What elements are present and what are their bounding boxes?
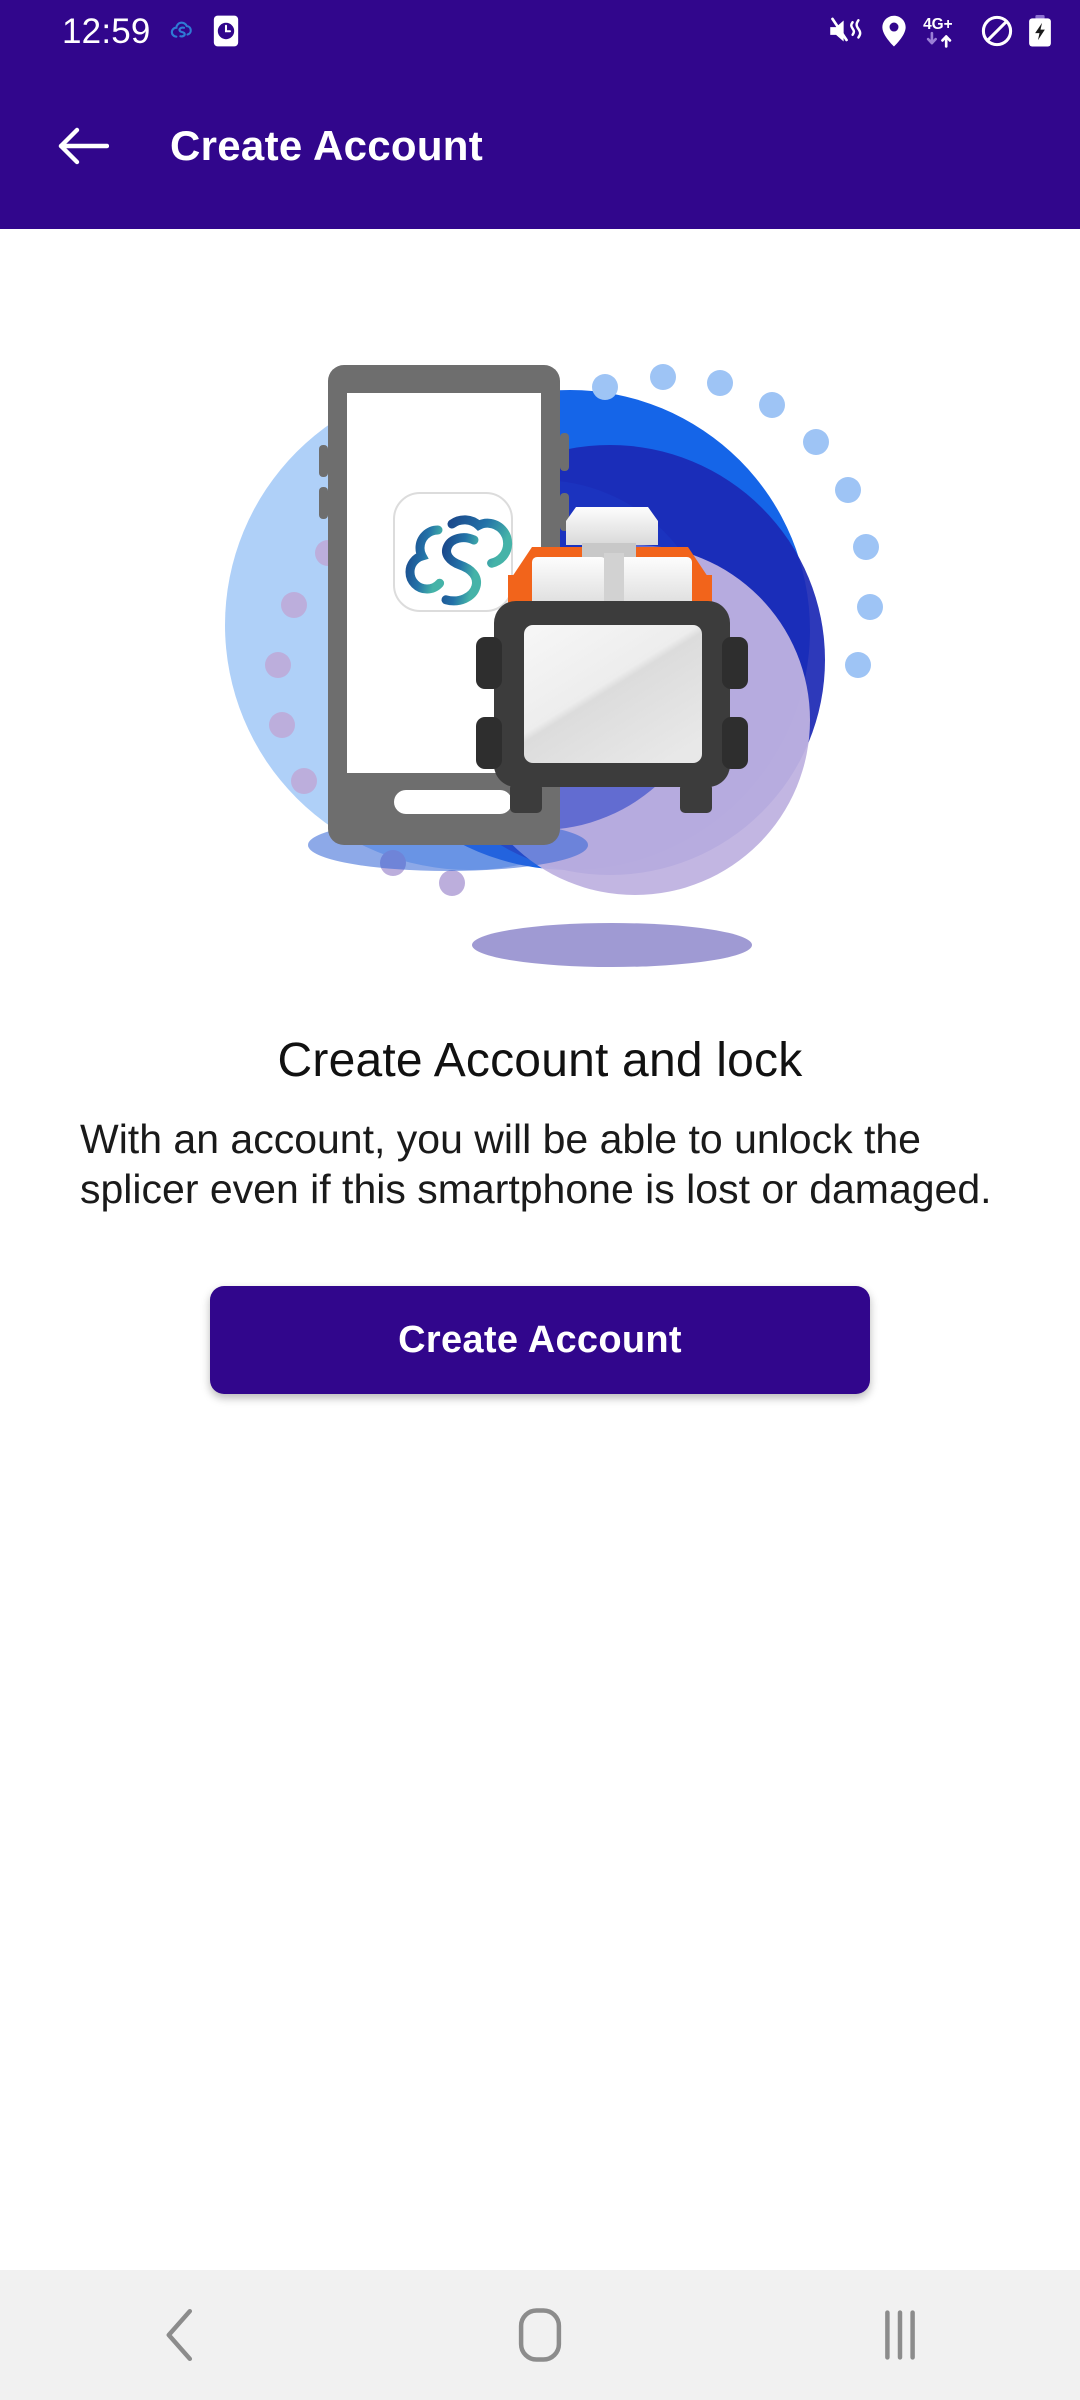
recents-bars-icon bbox=[885, 2310, 915, 2360]
app-bar: Create Account bbox=[0, 62, 1080, 229]
page-title: Create Account bbox=[170, 121, 484, 169]
status-bar: 12:59 4G+ bbox=[0, 0, 1080, 62]
headline: Create Account and lock bbox=[277, 1034, 803, 1087]
nav-back-button[interactable] bbox=[105, 2270, 255, 2400]
main-content: Create Account and lock With an account,… bbox=[0, 229, 1080, 2400]
status-bar-right: 4G+ bbox=[828, 14, 1052, 48]
fiber-splicer-graphic bbox=[472, 507, 752, 967]
alarm-clock-icon bbox=[213, 15, 239, 47]
do-not-disturb-icon bbox=[981, 15, 1013, 47]
arrow-left-icon bbox=[58, 127, 109, 164]
android-navigation-bar bbox=[0, 2270, 1080, 2400]
create-account-button[interactable]: Create Account bbox=[210, 1286, 870, 1395]
mute-vibrate-icon bbox=[828, 16, 866, 46]
illustration-container bbox=[0, 229, 1080, 985]
status-bar-left: 12:59 bbox=[62, 14, 239, 49]
nav-recents-button[interactable] bbox=[825, 2270, 975, 2400]
status-bar-clock: 12:59 bbox=[62, 11, 151, 51]
location-pin-icon bbox=[881, 15, 907, 47]
cta-container: Create Account bbox=[0, 1214, 1080, 1395]
splicer-and-smartphone-illustration bbox=[225, 364, 883, 967]
chevron-left-icon bbox=[166, 2308, 193, 2362]
body-text: With an account, you will be able to unl… bbox=[80, 1116, 992, 1213]
battery-charging-icon bbox=[1028, 15, 1052, 47]
home-square-icon bbox=[518, 2308, 562, 2362]
back-button[interactable] bbox=[48, 111, 118, 181]
nav-home-button[interactable] bbox=[465, 2270, 615, 2400]
network-4g-plus-icon: 4G+ bbox=[922, 14, 966, 48]
cloud-app-notification-icon bbox=[167, 16, 197, 46]
svg-text:4G+: 4G+ bbox=[923, 16, 953, 33]
